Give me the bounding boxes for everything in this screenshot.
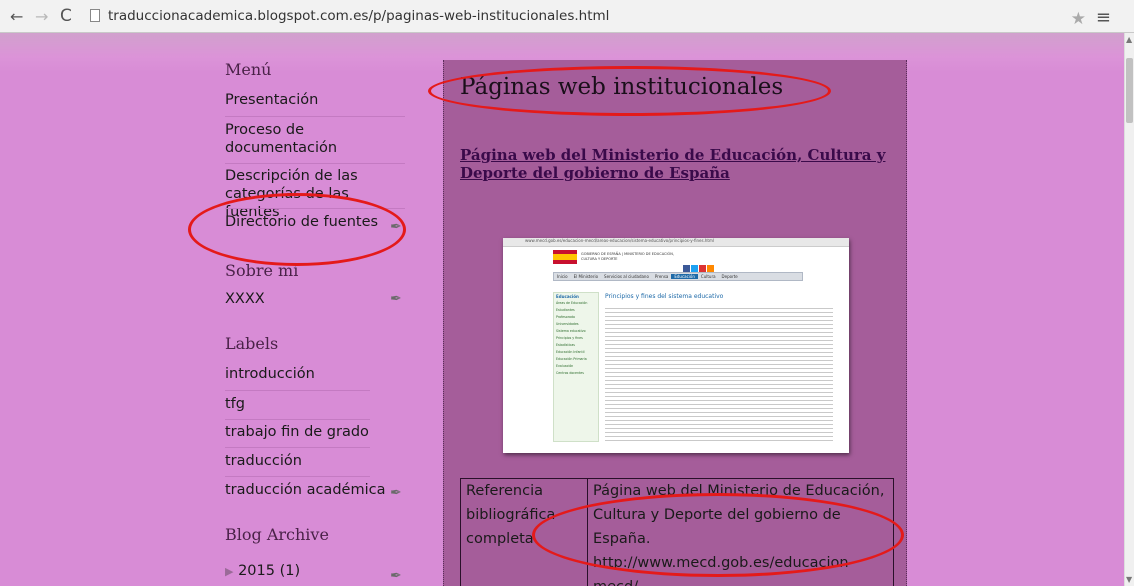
thumb-address: www.mecd.gob.es/educacion-mecd/areas-edu… (525, 238, 714, 243)
page-scrollbar[interactable]: ▲ ▼ (1124, 33, 1134, 586)
label-link[interactable]: introducción (225, 365, 400, 383)
thumb-content-title: Principios y fines del sistema educativo (605, 293, 724, 300)
label-link[interactable]: traducción (225, 452, 400, 470)
thumb-address-bar: www.mecd.gob.es/educacion-mecd/areas-edu… (503, 238, 849, 247)
address-url[interactable]: traduccionacademica.blogspot.com.es/p/pa… (108, 8, 609, 24)
divider (225, 163, 405, 164)
ministry-link[interactable]: Página web del Ministerio de Educación, … (460, 146, 900, 182)
scroll-up-icon[interactable]: ▲ (1126, 35, 1132, 44)
archive-widget-title: Blog Archive (225, 525, 329, 544)
thumb-ministry: GOBIERNO DE ESPAÑA | MINISTERIO DE EDUCA… (581, 252, 675, 261)
reload-icon[interactable]: C (60, 6, 72, 26)
scroll-down-icon[interactable]: ▼ (1126, 575, 1132, 584)
archive-year[interactable]: 2015 (238, 563, 275, 579)
reference-url[interactable]: http://www.mecd.gob.es/educacion-mecd/ (593, 551, 888, 586)
edit-wrench-icon[interactable]: ✒ (390, 568, 402, 584)
expand-triangle-icon[interactable]: ▶ (225, 565, 233, 578)
label-link[interactable]: trabajo fin de grado (225, 423, 400, 441)
archive-count: (1) (279, 563, 301, 579)
forward-arrow-icon[interactable]: → (35, 7, 48, 26)
thumb-social-icons (683, 257, 715, 272)
back-arrow-icon[interactable]: ← (10, 7, 23, 26)
bookmark-star-icon[interactable]: ★ (1071, 9, 1086, 29)
reference-value: Página web del Ministerio de Educación, … (587, 478, 894, 586)
archive-year-item[interactable]: ▶ 2015 (1) (225, 562, 345, 581)
reference-table: Referencia bibliográfica completa Página… (460, 478, 894, 586)
post-title: Páginas web institucionales (460, 74, 784, 100)
post-body: Páginas web institucionales Página web d… (443, 60, 907, 586)
browser-menu-icon[interactable]: ≡ (1096, 7, 1111, 28)
reference-label: Referencia bibliográfica completa (460, 478, 588, 586)
divider (225, 419, 370, 420)
about-widget-title: Sobre mí (225, 261, 299, 280)
page-icon (90, 9, 100, 22)
website-screenshot-image[interactable]: www.mecd.gob.es/educacion-mecd/areas-edu… (503, 238, 849, 453)
scroll-thumb[interactable] (1126, 58, 1133, 123)
label-link[interactable]: traducción académica (225, 481, 400, 499)
edit-wrench-icon[interactable]: ✒ (390, 219, 402, 235)
address-bar[interactable]: traduccionacademica.blogspot.com.es/p/pa… (86, 4, 1116, 29)
edit-wrench-icon[interactable]: ✒ (390, 485, 402, 501)
divider (225, 116, 405, 117)
menu-widget-title: Menú (225, 60, 272, 79)
spain-flag-icon (553, 250, 577, 264)
reference-text: Página web del Ministerio de Educación, … (593, 483, 885, 547)
label-link[interactable]: tfg (225, 395, 400, 413)
thumb-sidebar: Educación Áreas de Educación Estudiantes P… (553, 292, 599, 442)
divider (225, 476, 370, 477)
divider (225, 447, 370, 448)
divider (225, 390, 370, 391)
menu-item-proceso[interactable]: Proceso de documentación (225, 121, 400, 157)
thumb-nav-bar: Inicio El Ministerio Servicios al ciudadan… (553, 272, 803, 281)
labels-widget-title: Labels (225, 334, 279, 353)
browser-toolbar: ← → C traduccionacademica.blogspot.com.e… (0, 0, 1134, 33)
thumb-content-text (605, 308, 833, 443)
menu-item-directorio[interactable]: Directorio de fuentes (225, 213, 400, 231)
menu-item-presentacion[interactable]: Presentación (225, 91, 400, 109)
divider (225, 208, 405, 209)
blog-page: Menú Presentación Proceso de documentaci… (0, 33, 1124, 586)
edit-wrench-icon[interactable]: ✒ (390, 291, 402, 307)
about-text: XXXX (225, 291, 265, 307)
